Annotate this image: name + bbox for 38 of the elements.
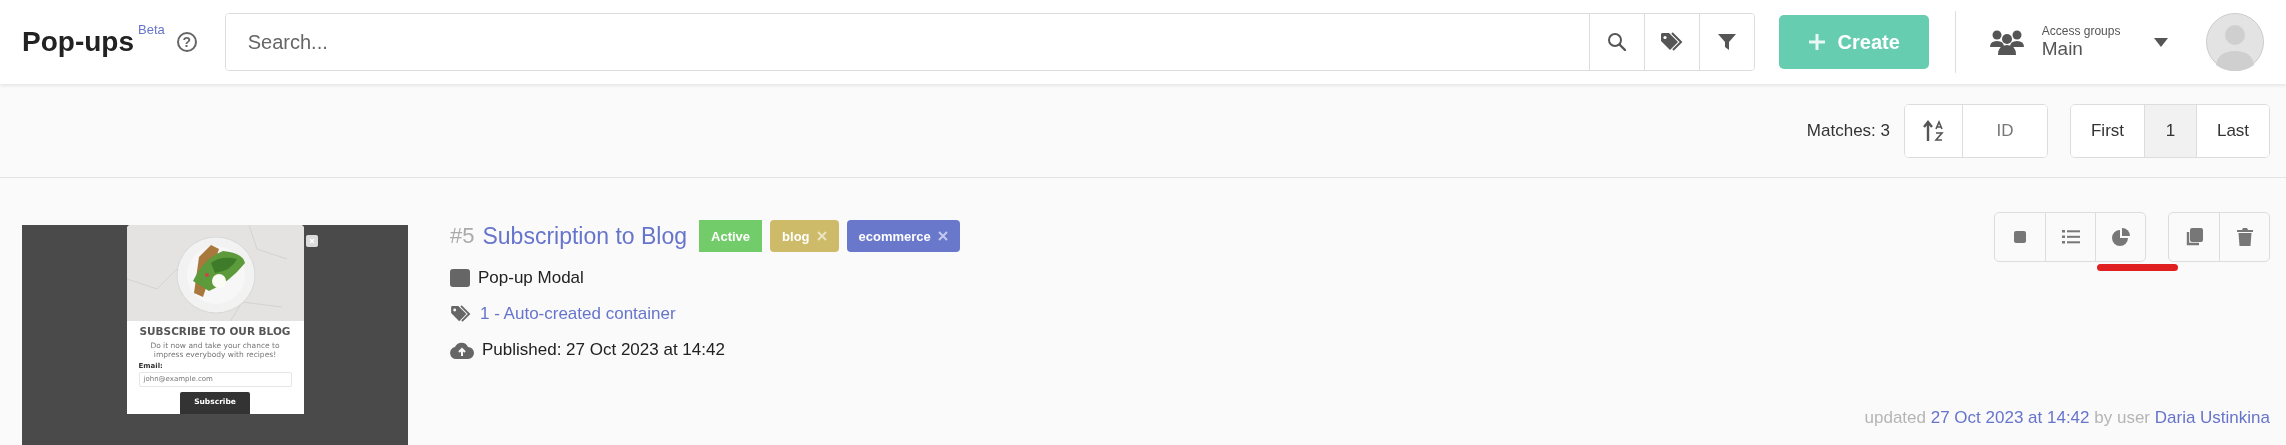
item-number: #5 <box>450 223 475 249</box>
updated-note: updated 27 Oct 2023 at 14:42 by user Daria Ustinkina <box>1864 408 2270 428</box>
filter-icon <box>1716 32 1737 52</box>
stop-icon <box>2014 231 2026 243</box>
user-link[interactable]: Daria Ustinkina <box>2154 408 2270 427</box>
close-icon <box>306 235 318 247</box>
page-title: Pop-ups <box>22 26 134 58</box>
pie-chart-icon <box>2111 228 2130 246</box>
users-icon <box>1989 29 2024 55</box>
beta-label: Beta <box>138 22 165 37</box>
tags-icon <box>1659 32 1684 52</box>
sort-field-button[interactable]: ID <box>1962 104 2047 157</box>
popup-title-link[interactable]: Subscription to Blog <box>482 222 688 250</box>
copy-icon <box>2185 228 2203 246</box>
tag: ecommerce <box>846 220 960 252</box>
trash-icon <box>2236 228 2253 246</box>
sort-icon <box>1922 119 1945 142</box>
cloud-upload-icon <box>450 341 474 359</box>
pagination-button[interactable]: 1 <box>2144 104 2196 157</box>
date-link[interactable]: 27 Oct 2023 at 14:42 <box>1930 408 2090 427</box>
list-icon <box>2061 230 2080 244</box>
popup-type: Pop-up Modal <box>478 268 584 288</box>
preview-heading: SUBSCRIBE TO OUR BLOG <box>138 325 292 337</box>
pagination-button[interactable]: Last <box>2196 104 2269 157</box>
tags-icon <box>450 305 472 323</box>
tag: Active <box>699 220 763 252</box>
plus-icon <box>1807 33 1826 51</box>
search-icon <box>1606 32 1627 52</box>
help-icon[interactable]: ? <box>176 32 197 52</box>
matches-count: Matches: 3 <box>1806 120 1890 141</box>
caret-icon <box>2153 37 2168 47</box>
published-date: Published: 27 Oct 2023 at 14:42 <box>482 340 725 360</box>
remove-icon[interactable] <box>937 231 948 241</box>
tag: blog <box>770 220 839 252</box>
container-link[interactable]: 1 - Auto-created container <box>480 304 676 324</box>
window-icon <box>450 269 470 287</box>
filter-button[interactable] <box>1698 14 1754 70</box>
access-groups-dropdown[interactable]: Access groups Main <box>2041 24 2168 60</box>
